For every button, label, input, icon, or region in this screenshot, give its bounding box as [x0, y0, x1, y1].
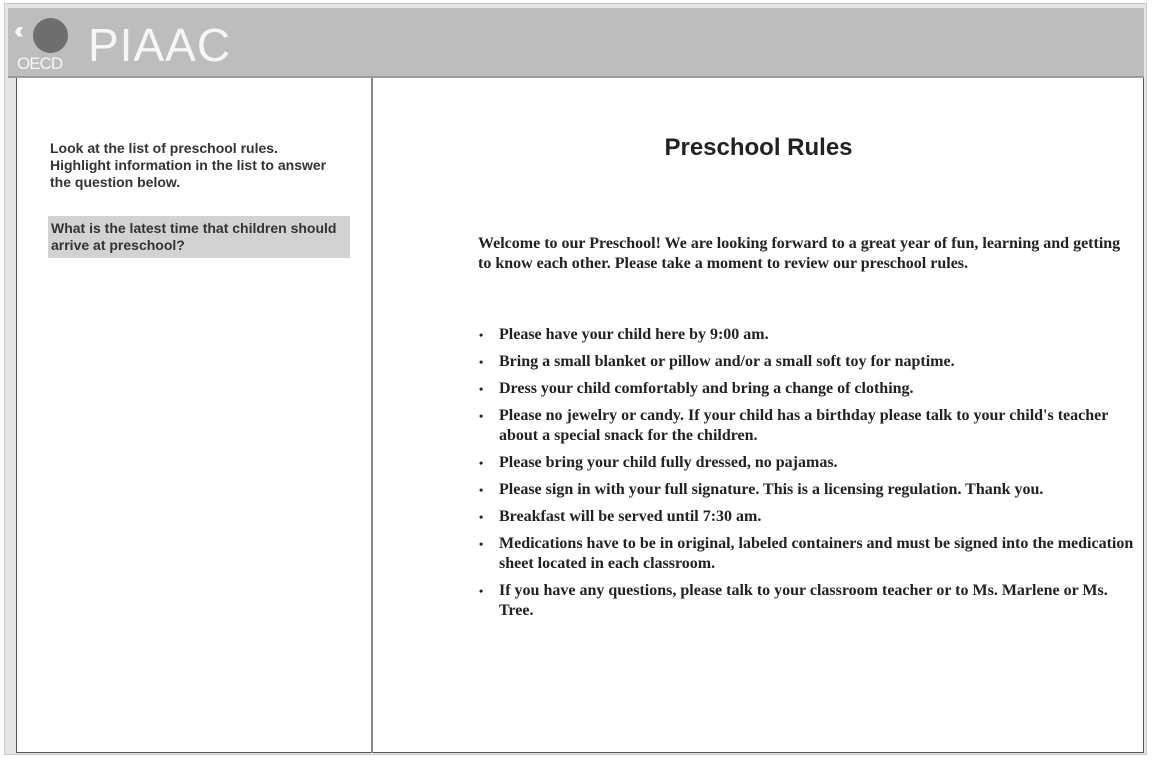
- logo-text: OECD: [17, 54, 63, 73]
- header-bar: ‹‹‹ OECD PIAAC: [8, 8, 1144, 78]
- bullet-icon: •: [479, 483, 484, 497]
- rule-text[interactable]: Bring a small blanket or pillow and/or a…: [499, 353, 955, 370]
- rule-text[interactable]: Medications have to be in original, labe…: [499, 535, 1133, 572]
- stimulus-panel: Preschool Rules Welcome to our Preschool…: [373, 78, 1144, 753]
- rule-text[interactable]: Please bring your child fully dressed, n…: [499, 454, 838, 471]
- document-title[interactable]: Preschool Rules: [373, 134, 1144, 162]
- bullet-icon: •: [479, 382, 484, 396]
- list-item[interactable]: • Please have your child here by 9:00 am.: [479, 325, 1139, 345]
- oecd-logo-icon: ‹‹‹ OECD: [16, 16, 86, 72]
- rule-text[interactable]: Please sign in with your full signature.…: [499, 481, 1043, 498]
- list-item[interactable]: • Please sign in with your full signature…: [479, 480, 1139, 500]
- rule-text[interactable]: Breakfast will be served until 7:30 am.: [499, 508, 761, 525]
- bullet-icon: •: [479, 355, 484, 369]
- rules-list: • Please have your child here by 9:00 am.…: [478, 325, 1139, 628]
- task-question: What is the latest time that children sh…: [48, 216, 350, 258]
- list-item[interactable]: • If you have any questions, please talk …: [479, 581, 1139, 621]
- bullet-icon: •: [479, 537, 484, 551]
- list-item[interactable]: • Medications have to be in original, lab…: [479, 534, 1139, 574]
- task-panel: Look at the list of preschool rules. Hig…: [16, 78, 371, 753]
- list-item[interactable]: • Bring a small blanket or pillow and/or …: [479, 352, 1139, 372]
- rule-text[interactable]: Please no jewelry or candy. If your chil…: [499, 407, 1108, 444]
- task-instruction: Look at the list of preschool rules. Hig…: [50, 140, 327, 190]
- app-title: PIAAC: [88, 19, 232, 71]
- list-item[interactable]: • Please bring your child fully dressed, …: [479, 453, 1139, 473]
- rule-text[interactable]: If you have any questions, please talk t…: [499, 582, 1108, 619]
- rule-text[interactable]: Please have your child here by 9:00 am.: [499, 326, 769, 343]
- bullet-icon: •: [479, 456, 484, 470]
- rule-text[interactable]: Dress your child comfortably and bring a…: [499, 380, 914, 397]
- list-item[interactable]: • Dress your child comfortably and bring …: [479, 379, 1139, 399]
- list-item[interactable]: • Please no jewelry or candy. If your chi…: [479, 406, 1139, 446]
- bullet-icon: •: [479, 584, 484, 598]
- list-item[interactable]: • Breakfast will be served until 7:30 am.: [479, 507, 1139, 527]
- logo-circle-icon: [33, 18, 68, 53]
- bullet-icon: •: [479, 409, 484, 423]
- bullet-icon: •: [479, 328, 484, 342]
- bullet-icon: •: [479, 510, 484, 524]
- document-intro[interactable]: Welcome to our Preschool! We are looking…: [478, 234, 1128, 274]
